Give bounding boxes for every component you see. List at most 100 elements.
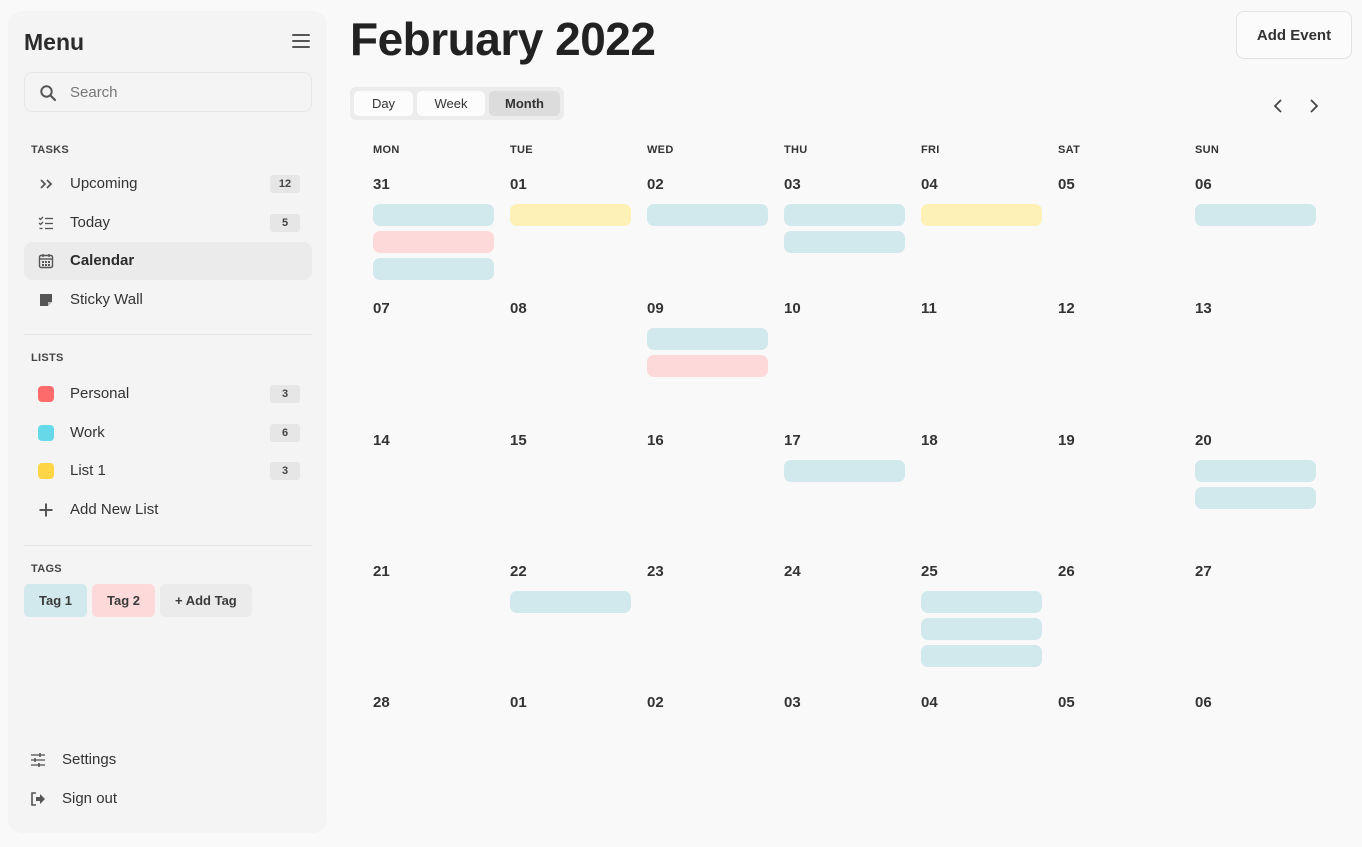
calendar-event[interactable] (921, 618, 1042, 640)
divider (24, 545, 312, 546)
day-number[interactable]: 11 (921, 300, 937, 317)
day-number[interactable]: 10 (784, 300, 801, 317)
calendar-event[interactable] (510, 591, 631, 613)
personal-count-badge: 3 (270, 385, 300, 403)
day-number[interactable]: 14 (373, 432, 390, 449)
add-event-button[interactable]: Add Event (1236, 11, 1352, 59)
calendar-event[interactable] (784, 204, 905, 226)
calendar-event[interactable] (1195, 460, 1316, 482)
day-number[interactable]: 04 (921, 176, 938, 193)
search-input[interactable] (70, 81, 300, 103)
calendar-event[interactable] (921, 591, 1042, 613)
work-count-badge: 6 (270, 424, 300, 442)
search-icon (40, 85, 57, 102)
view-month-tab[interactable]: Month (489, 91, 560, 116)
sticky-note-icon (40, 294, 52, 306)
day-number[interactable]: 31 (373, 176, 390, 193)
calendar-event[interactable] (647, 328, 768, 350)
nav-item-today[interactable]: Today 5 (24, 204, 312, 242)
view-switcher: Day Week Month (350, 87, 564, 120)
add-new-list-button[interactable]: Add New List (24, 491, 312, 529)
calendar-event[interactable] (373, 231, 494, 253)
weekday-label: WED (647, 144, 674, 156)
day-number[interactable]: 23 (647, 563, 664, 580)
weekday-label: TUE (510, 144, 533, 156)
day-number[interactable]: 21 (373, 563, 390, 580)
weekday-label: THU (784, 144, 808, 156)
add-new-list-label: Add New List (70, 501, 159, 518)
day-number[interactable]: 24 (784, 563, 801, 580)
day-number[interactable]: 01 (510, 176, 527, 193)
calendar-event[interactable] (373, 258, 494, 280)
day-number[interactable]: 05 (1058, 694, 1075, 711)
list-item-list-1[interactable]: List 1 3 (24, 452, 312, 490)
day-number[interactable]: 03 (784, 176, 801, 193)
tags-row: Tag 1 Tag 2 + Add Tag (24, 584, 252, 617)
day-number[interactable]: 17 (784, 432, 801, 449)
calendar-event[interactable] (647, 355, 768, 377)
weekday-label: FRI (921, 144, 940, 156)
nav-item-calendar[interactable]: Calendar (24, 242, 312, 280)
day-number[interactable]: 02 (647, 694, 664, 711)
double-chevron-right-icon (40, 179, 53, 189)
list-item-work[interactable]: Work 6 (24, 414, 312, 452)
search-box[interactable] (24, 72, 312, 112)
day-number[interactable]: 09 (647, 300, 664, 317)
menu-title: Menu (24, 29, 85, 55)
day-number[interactable]: 12 (1058, 300, 1075, 317)
calendar-event[interactable] (784, 460, 905, 482)
settings-button[interactable]: Settings (24, 743, 312, 777)
calendar-event[interactable] (1195, 487, 1316, 509)
previous-month-icon[interactable] (1268, 96, 1288, 116)
day-number[interactable]: 16 (647, 432, 664, 449)
hamburger-menu-icon[interactable] (292, 34, 310, 48)
day-number[interactable]: 18 (921, 432, 938, 449)
weekday-label: SUN (1195, 144, 1220, 156)
tags-heading: TAGS (31, 563, 62, 575)
day-number[interactable]: 26 (1058, 563, 1075, 580)
plus-icon (39, 503, 53, 517)
sign-out-button[interactable]: Sign out (24, 782, 312, 816)
nav-item-sticky-wall[interactable]: Sticky Wall (24, 281, 312, 319)
calendar-event[interactable] (647, 204, 768, 226)
lists-heading: LISTS (31, 352, 64, 364)
sign-out-label: Sign out (62, 790, 118, 807)
day-number[interactable]: 19 (1058, 432, 1075, 449)
tag-2-chip[interactable]: Tag 2 (92, 584, 155, 617)
nav-label-upcoming: Upcoming (70, 175, 138, 192)
day-number[interactable]: 04 (921, 694, 938, 711)
view-week-tab[interactable]: Week (417, 91, 485, 116)
calendar-event[interactable] (510, 204, 631, 226)
next-month-icon[interactable] (1304, 96, 1324, 116)
list-item-personal[interactable]: Personal 3 (24, 375, 312, 413)
day-number[interactable]: 28 (373, 694, 390, 711)
calendar-event[interactable] (1195, 204, 1316, 226)
day-number[interactable]: 15 (510, 432, 527, 449)
add-tag-button[interactable]: + Add Tag (160, 584, 252, 617)
tag-1-chip[interactable]: Tag 1 (24, 584, 87, 617)
list-label-work: Work (70, 424, 105, 441)
day-number[interactable]: 01 (510, 694, 527, 711)
weekday-label: SAT (1058, 144, 1081, 156)
day-number[interactable]: 08 (510, 300, 527, 317)
calendar-event[interactable] (921, 204, 1042, 226)
calendar-event[interactable] (921, 645, 1042, 667)
sliders-icon (31, 753, 45, 767)
day-number[interactable]: 13 (1195, 300, 1212, 317)
checklist-icon (38, 216, 53, 230)
day-number[interactable]: 27 (1195, 563, 1212, 580)
day-number[interactable]: 20 (1195, 432, 1212, 449)
day-number[interactable]: 07 (373, 300, 390, 317)
day-number[interactable]: 22 (510, 563, 527, 580)
calendar-event[interactable] (784, 231, 905, 253)
day-number[interactable]: 25 (921, 563, 938, 580)
day-number[interactable]: 05 (1058, 176, 1075, 193)
day-number[interactable]: 06 (1195, 176, 1212, 193)
nav-item-upcoming[interactable]: Upcoming 12 (24, 165, 312, 203)
view-day-tab[interactable]: Day (354, 91, 413, 116)
day-number[interactable]: 06 (1195, 694, 1212, 711)
day-number[interactable]: 03 (784, 694, 801, 711)
day-number[interactable]: 02 (647, 176, 664, 193)
work-color-swatch (38, 425, 54, 441)
calendar-event[interactable] (373, 204, 494, 226)
